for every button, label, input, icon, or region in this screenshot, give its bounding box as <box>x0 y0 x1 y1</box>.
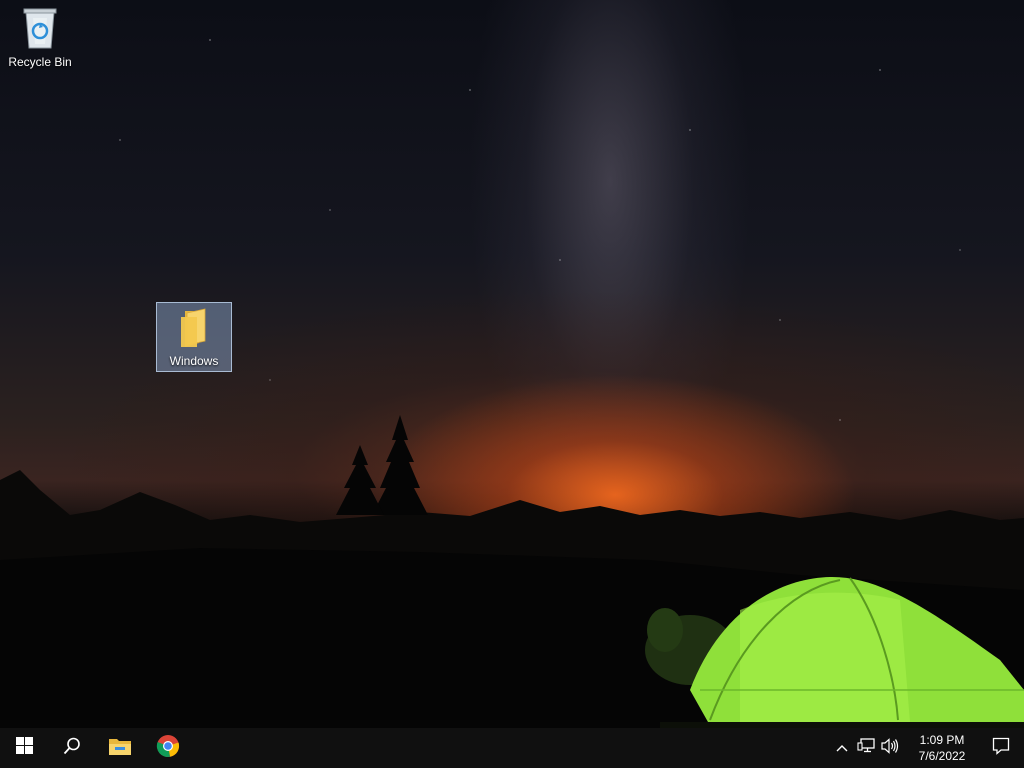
network-button[interactable] <box>854 728 878 768</box>
search-icon <box>63 737 81 760</box>
chevron-up-icon <box>836 739 848 757</box>
volume-button[interactable] <box>878 728 902 768</box>
action-center-icon <box>992 737 1010 760</box>
volume-icon <box>881 737 899 759</box>
clock-date: 7/6/2022 <box>918 749 966 763</box>
windows-logo-icon <box>15 737 33 759</box>
desktop-wallpaper <box>0 0 1024 728</box>
clock[interactable]: 1:09 PM 7/6/2022 <box>906 728 978 768</box>
chrome-icon <box>156 734 180 763</box>
file-explorer-icon <box>108 736 132 761</box>
folder-icon <box>157 307 231 352</box>
taskbar: 1:09 PM 7/6/2022 <box>0 728 1024 768</box>
system-tray: 1:09 PM 7/6/2022 <box>830 728 1024 768</box>
landscape-silhouette <box>0 415 1024 728</box>
clock-time: 1:09 PM <box>919 733 965 747</box>
network-icon <box>857 737 875 759</box>
start-button[interactable] <box>0 728 48 768</box>
desktop-icon-recycle-bin[interactable]: Recycle Bin <box>2 6 78 72</box>
search-button[interactable] <box>48 728 96 768</box>
desktop-icon-label: Windows <box>169 354 219 368</box>
chrome-button[interactable] <box>144 728 192 768</box>
action-center-button[interactable] <box>978 728 1024 768</box>
desktop-icon-windows-folder[interactable]: Windows <box>156 302 232 372</box>
recycle-bin-icon <box>2 6 78 53</box>
show-hidden-icons-button[interactable] <box>830 728 854 768</box>
desktop-icon-label: Recycle Bin <box>8 55 72 69</box>
file-explorer-button[interactable] <box>96 728 144 768</box>
